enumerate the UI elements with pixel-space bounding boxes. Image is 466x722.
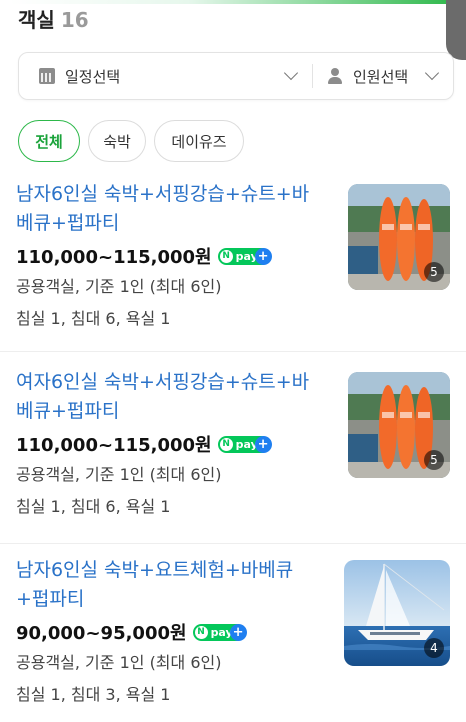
date-select-button[interactable]: 일정선택 [19, 53, 312, 99]
price-row: 90,000~95,000원 N pay + [16, 618, 326, 646]
chip-all[interactable]: 전체 [18, 120, 80, 162]
npay-n-icon: N [194, 625, 208, 639]
room-info: 남자6인실 숙박+서핑강습+슈트+바베큐+펍파티 110,000~115,000… [16, 180, 326, 334]
people-select-button[interactable]: 인원선택 [313, 53, 453, 99]
room-name-link[interactable]: 여자6인실 숙박+서핑강습+슈트+바베큐+펍파티 [16, 368, 326, 426]
corner-handle[interactable] [446, 0, 466, 60]
room-price: 110,000~115,000원 [16, 247, 212, 268]
room-facilities: 침실 1, 침대 6, 욕실 1 [16, 497, 171, 516]
room-info: 남자6인실 숙박+요트체험+바베큐+펍파티 90,000~95,000원 N p… [16, 556, 326, 710]
npay-n-icon: N [219, 437, 233, 451]
room-facilities: 침실 1, 침대 6, 욕실 1 [16, 309, 171, 328]
npay-badge: N pay + [217, 435, 272, 453]
room-photo-surfboards[interactable]: 5 [348, 372, 450, 478]
page-title: 객실 [18, 8, 55, 32]
npay-plus-icon: + [254, 247, 272, 265]
room-card[interactable]: 여자6인실 숙박+서핑강습+슈트+바베큐+펍파티 110,000~115,000… [0, 352, 466, 544]
room-occupancy: 공용객실, 기준 1인 (최대 6인) [16, 465, 222, 484]
chevron-down-icon [283, 65, 299, 81]
chevron-down-icon [424, 65, 440, 81]
npay-badge: N pay + [192, 623, 247, 641]
chip-stay[interactable]: 숙박 [88, 120, 146, 162]
npay-plus-icon: + [229, 623, 247, 641]
chip-dayuse[interactable]: 데이유즈 [154, 120, 244, 162]
people-select-label: 인원선택 [353, 67, 409, 86]
room-facilities: 침실 1, 침대 3, 욕실 1 [16, 685, 171, 704]
room-card[interactable]: 남자6인실 숙박+서핑강습+슈트+바베큐+펍파티 110,000~115,000… [0, 176, 466, 352]
room-card[interactable]: 남자6인실 숙박+요트체험+바베큐+펍파티 90,000~95,000원 N p… [0, 544, 466, 722]
photo-count-badge: 5 [424, 450, 444, 470]
npay-plus-icon: + [254, 435, 272, 453]
category-chips: 전체 숙박 데이유즈 [18, 120, 244, 162]
price-row: 110,000~115,000원 N pay + [16, 430, 326, 458]
room-occupancy: 공용객실, 기준 1인 (최대 6인) [16, 653, 222, 672]
room-photo-surfboards[interactable]: 5 [348, 184, 450, 290]
date-select-label: 일정선택 [65, 67, 121, 86]
npay-badge: N pay + [217, 247, 272, 265]
room-price: 90,000~95,000원 [16, 623, 187, 644]
npay-n-icon: N [219, 249, 233, 263]
person-icon [327, 68, 343, 84]
photo-count-badge: 4 [424, 638, 444, 658]
rooms-header: 객실 16 [18, 4, 89, 32]
photo-count-badge: 5 [424, 262, 444, 282]
room-name-link[interactable]: 남자6인실 숙박+요트체험+바베큐+펍파티 [16, 556, 326, 614]
room-list: 남자6인실 숙박+서핑강습+슈트+바베큐+펍파티 110,000~115,000… [0, 176, 466, 722]
room-photo-yacht[interactable]: 4 [344, 560, 450, 666]
room-info: 여자6인실 숙박+서핑강습+슈트+바베큐+펍파티 110,000~115,000… [16, 368, 326, 522]
room-occupancy: 공용객실, 기준 1인 (최대 6인) [16, 277, 222, 296]
room-name-link[interactable]: 남자6인실 숙박+서핑강습+슈트+바베큐+펍파티 [16, 180, 326, 238]
calendar-icon [39, 68, 55, 84]
price-row: 110,000~115,000원 N pay + [16, 242, 326, 270]
room-price: 110,000~115,000원 [16, 435, 212, 456]
filter-bar: 일정선택 인원선택 [18, 52, 454, 100]
room-count: 16 [60, 8, 89, 32]
